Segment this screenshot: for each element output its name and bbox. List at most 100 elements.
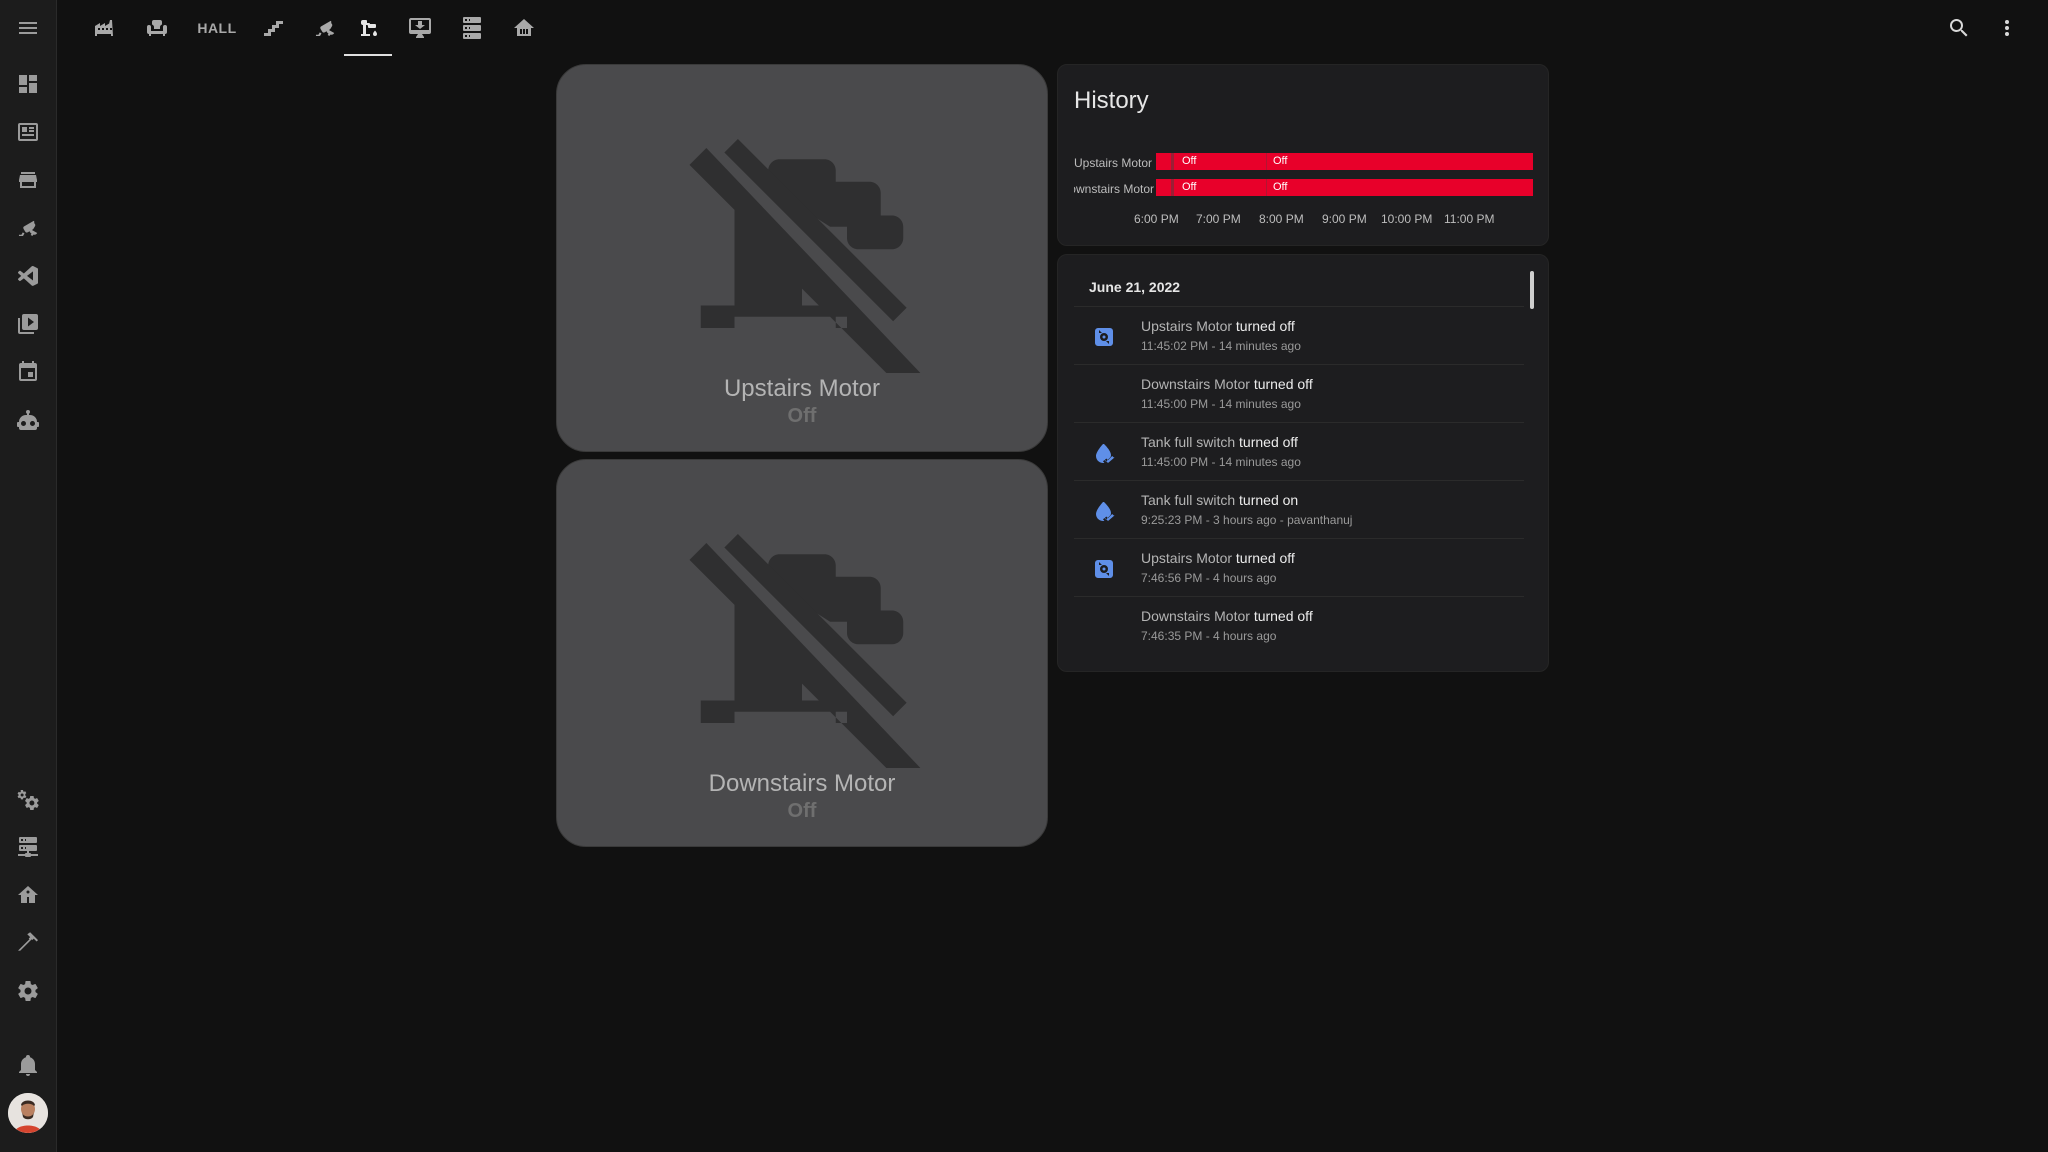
entry-action: turned off (1253, 608, 1313, 624)
menu-button[interactable] (0, 4, 56, 52)
axis-tick: 8:00 PM (1259, 212, 1304, 226)
sidebar-item-home-network[interactable] (0, 871, 56, 919)
tab-factory[interactable] (81, 0, 129, 56)
sofa-icon (147, 20, 167, 36)
entity-name[interactable]: Upstairs Motor (1141, 550, 1232, 566)
media-icon (18, 314, 38, 334)
sidebar-item-calendar[interactable] (0, 348, 56, 396)
user-avatar-icon (8, 1093, 48, 1133)
hammer-icon (18, 932, 38, 951)
history-timeline-bar[interactable]: Off Off (1156, 153, 1533, 170)
logbook-entry[interactable]: Upstairs Motor turned off 11:45:02 PM - … (1074, 306, 1524, 365)
monitor-download-icon (409, 18, 431, 38)
cogs-icon (17, 789, 39, 810)
sidebar-item-developer-tools[interactable] (0, 919, 56, 967)
axis-tick: 10:00 PM (1381, 212, 1433, 226)
view-dashboard-icon (19, 75, 37, 93)
entry-time: 11:45:00 PM - 14 minutes ago (1141, 455, 1301, 469)
bell-icon (19, 1055, 37, 1076)
logbook-entry[interactable]: Downstairs Motor turned off 7:46:35 PM -… (1074, 596, 1524, 655)
logbook-entry[interactable]: Tank full switch turned off 11:45:00 PM … (1074, 422, 1524, 481)
entity-name[interactable]: Tank full switch (1141, 434, 1235, 450)
water-check-icon (1092, 499, 1116, 523)
more-options-button[interactable] (1995, 16, 2019, 40)
top-toolbar: HALL (57, 0, 2048, 56)
sidebar-item-hacs[interactable] (0, 156, 56, 204)
bar-label: Off (1182, 181, 1197, 193)
robot-icon (17, 410, 39, 430)
axis-tick: 7:00 PM (1196, 212, 1241, 226)
sidebar-item-integrations[interactable] (0, 775, 56, 823)
axis-tick: 9:00 PM (1322, 212, 1367, 226)
entity-name[interactable]: Downstairs Motor (1141, 376, 1250, 392)
cctv-icon (18, 220, 38, 236)
history-timeline-bar[interactable]: Off Off (1156, 179, 1533, 196)
entity-name[interactable]: Upstairs Motor (1141, 318, 1232, 334)
sidebar-item-news[interactable] (0, 108, 56, 156)
sidebar-item-cctv[interactable] (0, 204, 56, 252)
pump-icon (1092, 557, 1116, 581)
entry-action: turned on (1239, 492, 1299, 508)
entry-action: turned off (1235, 318, 1295, 334)
axis-tick: 6:00 PM (1134, 212, 1179, 226)
bar-label: Off (1273, 181, 1288, 193)
store-icon (19, 172, 37, 188)
tab-home[interactable] (500, 0, 548, 56)
water-check-icon (1092, 441, 1116, 465)
entry-time: 7:46:56 PM - 4 hours ago (1141, 571, 1277, 585)
sidebar-item-settings[interactable] (0, 967, 56, 1015)
logbook-date: June 21, 2022 (1089, 279, 1181, 295)
stairs-icon (264, 21, 283, 36)
history-card: History Upstairs Motor Off Off Downstair… (1057, 64, 1549, 246)
card-state: Off (787, 405, 817, 427)
water-pump-icon (361, 20, 377, 36)
history-row-label: Downstairs Motor (1074, 182, 1154, 196)
logbook-entry[interactable]: Downstairs Motor turned off 11:45:00 PM … (1074, 364, 1524, 423)
axis-tick: 11:00 PM (1444, 212, 1495, 226)
more-vertical-icon (2005, 20, 2009, 36)
server-icon (463, 17, 481, 39)
entry-action: turned off (1239, 434, 1298, 450)
logbook-scrollbar[interactable] (1530, 271, 1534, 309)
bar-label: Off (1273, 155, 1288, 167)
history-row-label: Upstairs Motor (1074, 156, 1153, 170)
upstairs-motor-card[interactable]: Upstairs Motor Off (556, 64, 1048, 452)
entity-name[interactable]: Tank full switch (1141, 492, 1235, 508)
logbook-card: June 21, 2022 Upstairs Motor turned off … (1057, 254, 1549, 672)
sidebar-item-server[interactable] (0, 823, 56, 871)
tab-hall[interactable]: HALL (185, 0, 249, 56)
sidebar-item-notifications[interactable] (0, 1041, 56, 1089)
logbook-entry[interactable]: Upstairs Motor turned off 7:46:56 PM - 4… (1074, 538, 1524, 597)
vscode-icon (17, 265, 38, 286)
factory-icon (95, 20, 113, 36)
entry-action: turned off (1235, 550, 1295, 566)
downstairs-motor-card[interactable]: Downstairs Motor Off (556, 459, 1048, 847)
avatar[interactable] (8, 1093, 48, 1133)
card-name: Upstairs Motor (723, 375, 881, 402)
entity-name[interactable]: Downstairs Motor (1141, 608, 1250, 624)
water-pump-off-icon (667, 103, 937, 396)
entry-time: 11:45:02 PM - 14 minutes ago (1141, 339, 1301, 353)
sidebar-item-dashboard[interactable] (0, 60, 56, 108)
home-network-icon (18, 886, 38, 903)
sidebar-item-robot[interactable] (0, 396, 56, 444)
calendar-icon (19, 361, 37, 381)
cctv-icon (315, 20, 335, 36)
pump-icon (1092, 325, 1116, 349)
cog-icon (18, 981, 38, 1001)
sidebar-item-vscode[interactable] (0, 252, 56, 300)
tab-water-pump[interactable] (344, 0, 392, 56)
entry-time: 9:25:23 PM - 3 hours ago - pavanthanuj (1141, 513, 1353, 527)
server-network-icon (18, 837, 38, 857)
tab-monitor[interactable] (396, 0, 444, 56)
sidebar-item-media[interactable] (0, 300, 56, 348)
newspaper-icon (18, 123, 38, 141)
sidebar (0, 0, 57, 1152)
tab-server[interactable] (448, 0, 496, 56)
search-button[interactable] (1947, 16, 1971, 40)
logbook-entry[interactable]: Tank full switch turned on 9:25:23 PM - … (1074, 480, 1524, 539)
card-name: Downstairs Motor (708, 770, 896, 797)
tab-sofa[interactable] (133, 0, 181, 56)
entry-time: 11:45:00 PM - 14 minutes ago (1141, 397, 1301, 411)
bar-label: Off (1182, 155, 1197, 167)
